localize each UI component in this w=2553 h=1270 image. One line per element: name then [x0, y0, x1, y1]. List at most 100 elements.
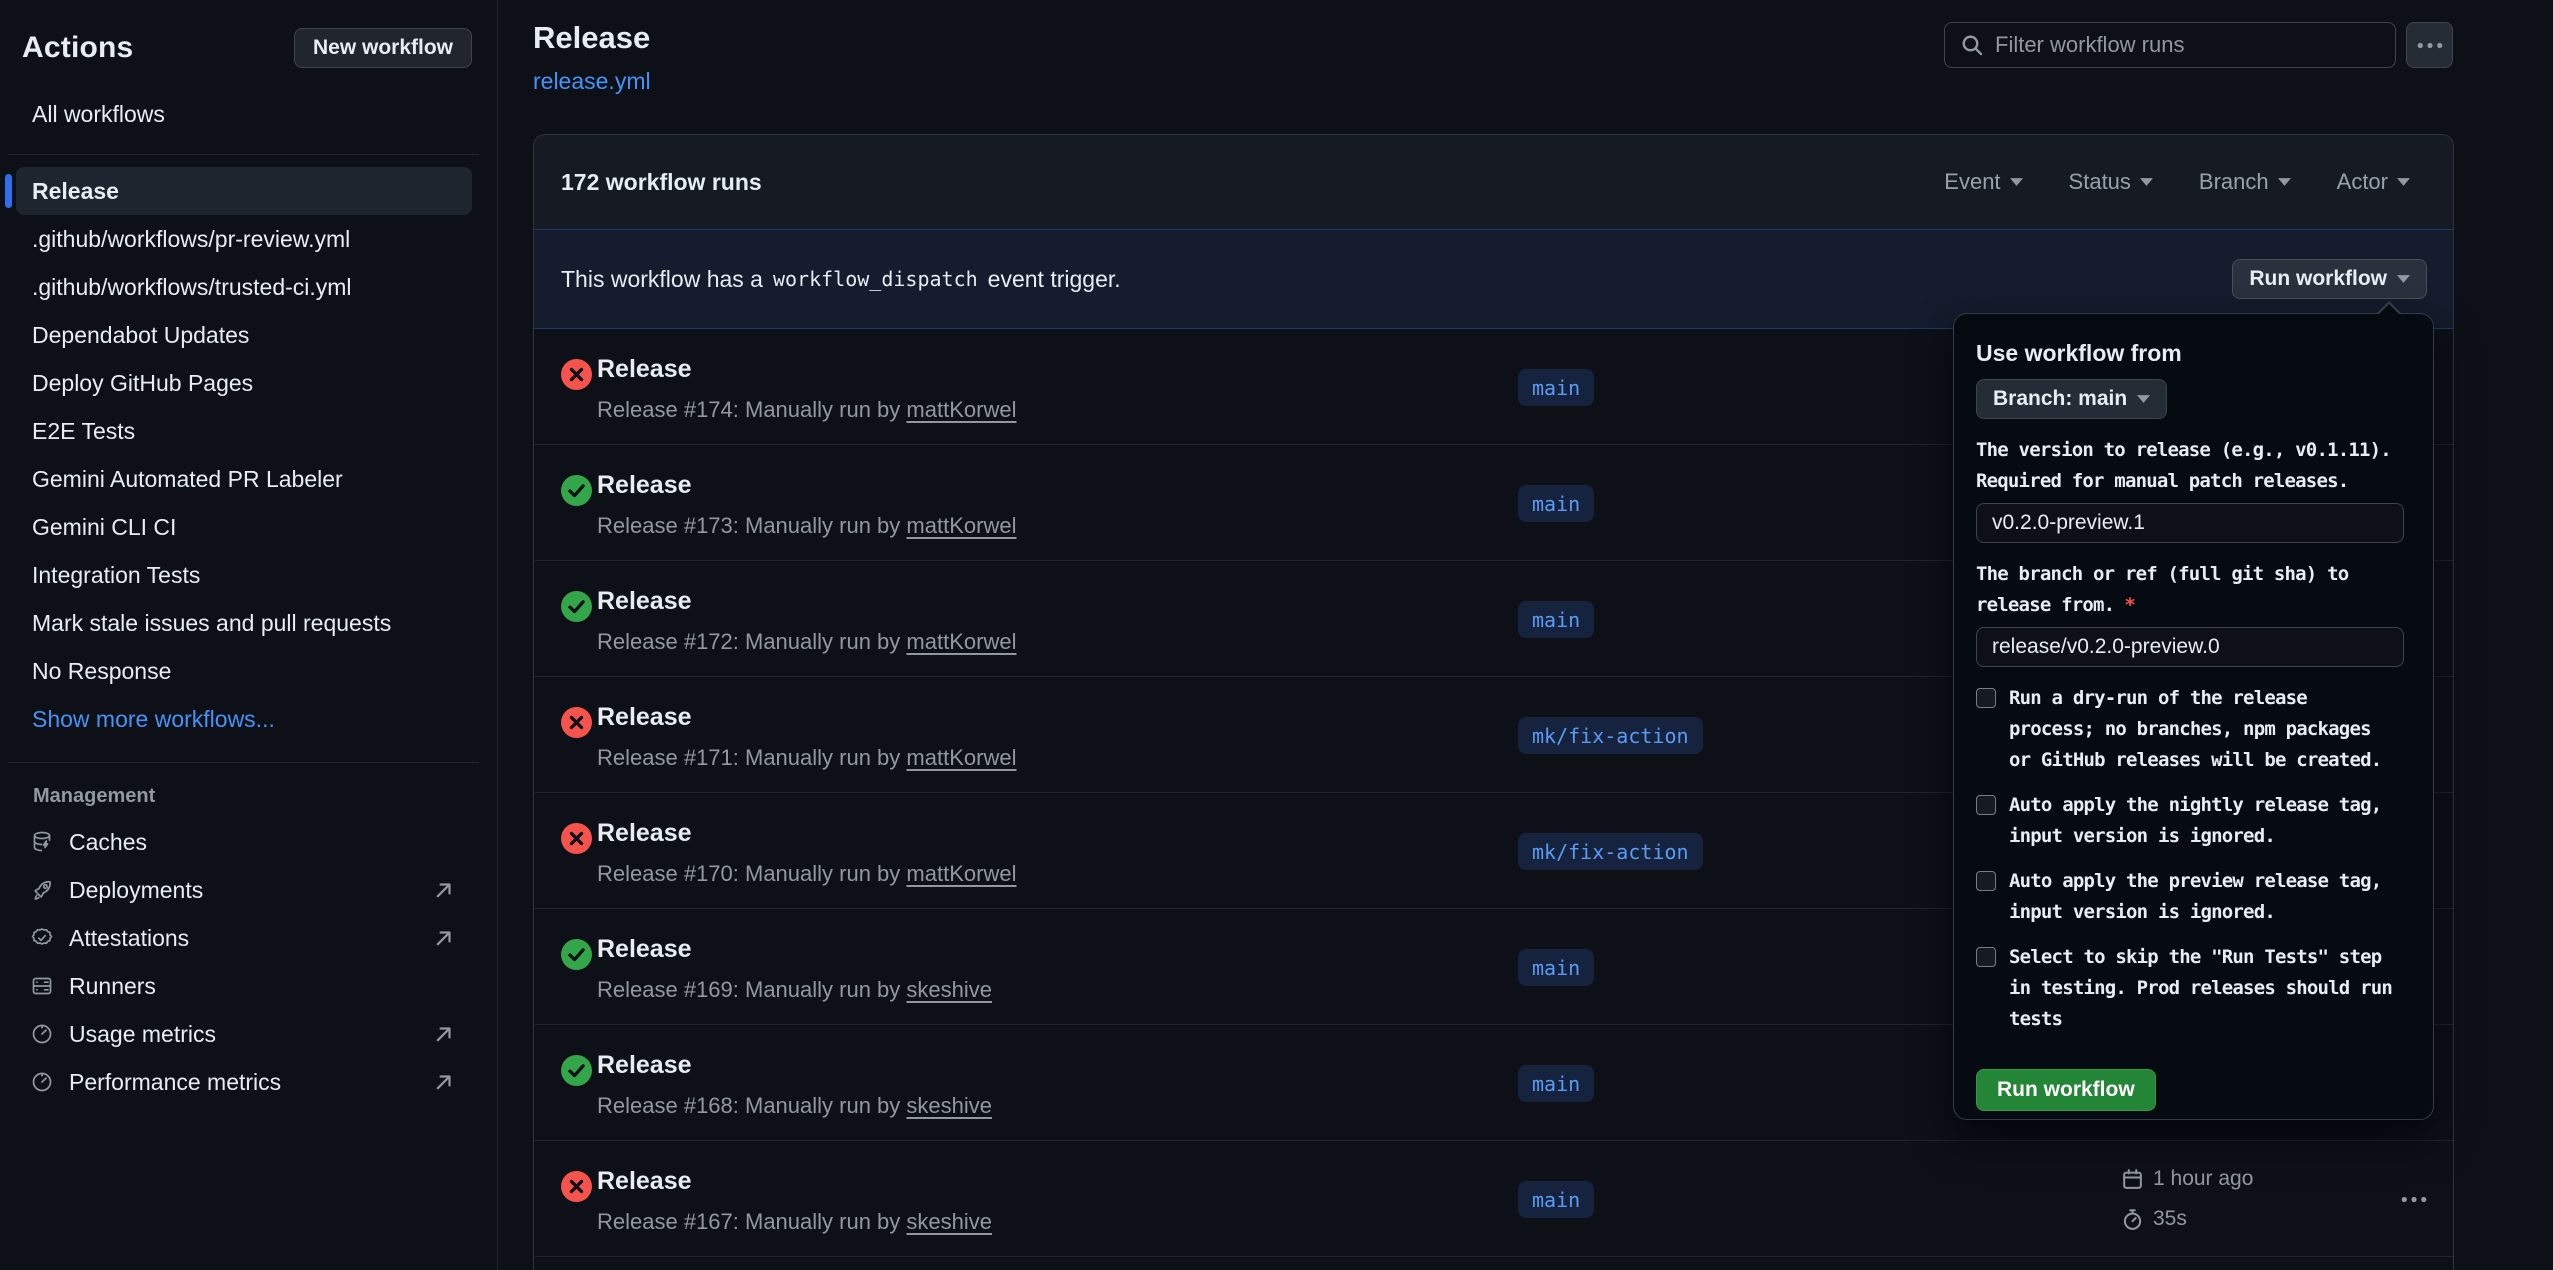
cache-icon [30, 830, 54, 854]
caret-down-icon [2278, 178, 2291, 186]
dialog-text-input[interactable] [1976, 627, 2404, 667]
meter-icon [30, 1022, 54, 1046]
run-title-link[interactable]: Release [597, 355, 692, 384]
check-circle-icon [561, 475, 592, 506]
sidebar-workflow-item[interactable]: E2E Tests [16, 407, 472, 455]
run-title-link[interactable]: Release [597, 935, 692, 964]
sidebar-management-item[interactable]: Caches [0, 818, 497, 866]
search-input[interactable] [1995, 32, 2365, 58]
sidebar-management-item[interactable]: Attestations [0, 914, 497, 962]
page-title: Release [533, 20, 651, 56]
branch-badge[interactable]: main [1518, 949, 1594, 986]
show-more-workflows-link[interactable]: Show more workflows... [16, 695, 472, 743]
run-actor-link[interactable]: mattKorwel [906, 861, 1016, 886]
branch-badge[interactable]: mk/fix-action [1518, 717, 1703, 754]
branch-badge[interactable]: main [1518, 1181, 1594, 1218]
dialog-field-group: The branch or ref (full git sha) to rele… [1976, 559, 2402, 667]
external-link-icon [433, 927, 455, 949]
branch-select-button[interactable]: Branch: main [1976, 379, 2167, 419]
dialog-field-group: The version to release (e.g., v0.1.11). … [1976, 435, 2402, 543]
branch-badge[interactable]: main [1518, 1065, 1594, 1102]
branch-badge[interactable]: main [1518, 601, 1594, 638]
management-item-label: Usage metrics [69, 1021, 216, 1048]
filter-dropdown[interactable]: Branch [2199, 169, 2291, 195]
run-actor-link[interactable]: mattKorwel [906, 513, 1016, 538]
sidebar-workflow-item[interactable]: Integration Tests [16, 551, 472, 599]
filter-dropdown[interactable]: Actor [2337, 169, 2410, 195]
dialog-text-input[interactable] [1976, 503, 2404, 543]
dialog-checkbox-row[interactable]: Auto apply the preview release tag, inpu… [1976, 866, 2402, 928]
run-title-link[interactable]: Release [597, 1051, 692, 1080]
workflow-file-link[interactable]: release.yml [533, 68, 651, 95]
run-title-link[interactable]: Release [597, 1167, 692, 1196]
checkbox[interactable] [1976, 871, 1996, 891]
branch-badge[interactable]: main [1518, 485, 1594, 522]
sidebar-workflow-item[interactable]: Gemini Automated PR Labeler [16, 455, 472, 503]
run-actor-link[interactable]: skeshive [906, 1093, 992, 1118]
sidebar-workflow-item[interactable]: Mark stale issues and pull requests [16, 599, 472, 647]
checkbox[interactable] [1976, 688, 1996, 708]
sidebar-header: Actions New workflow [22, 28, 472, 68]
workflow-run-row[interactable]: Release Release #167: Manually run by sk… [534, 1141, 2453, 1257]
sidebar-workflow-item[interactable]: Release [16, 167, 472, 215]
actions-sidebar: Actions New workflow All workflows Relea… [0, 0, 498, 1270]
dialog-checkbox-row[interactable]: Select to skip the "Run Tests" step in t… [1976, 942, 2402, 1035]
run-actor-link[interactable]: mattKorwel [906, 397, 1016, 422]
run-description: Release #174: Manually run by mattKorwel [597, 397, 1016, 423]
banner-text: This workflow has a [561, 266, 763, 293]
run-actor-link[interactable]: skeshive [906, 1209, 992, 1234]
checkbox[interactable] [1976, 795, 1996, 815]
server-icon [30, 974, 54, 998]
sidebar-title: Actions [22, 31, 133, 65]
caret-down-icon [2397, 275, 2410, 283]
branch-badge[interactable]: main [1518, 369, 1594, 406]
dialog-checkbox-row[interactable]: Run a dry-run of the release process; no… [1976, 683, 2402, 776]
sidebar-workflow-item[interactable]: .github/workflows/trusted-ci.yml [16, 263, 472, 311]
management-item-label: Deployments [69, 877, 203, 904]
filter-dropdown[interactable]: Event [1944, 169, 2022, 195]
filter-runs-search[interactable] [1944, 22, 2396, 68]
sidebar-management-item[interactable]: Runners [0, 962, 497, 1010]
run-workflow-dialog: Use workflow from Branch: main The versi… [1953, 313, 2434, 1120]
sidebar-workflow-item[interactable]: Deploy GitHub Pages [16, 359, 472, 407]
checkbox-label: Run a dry-run of the release process; no… [2009, 683, 2393, 776]
sidebar-management-item[interactable]: Deployments [0, 866, 497, 914]
sidebar-workflow-label: Gemini CLI CI [32, 514, 176, 541]
run-workflow-submit-button[interactable]: Run workflow [1976, 1069, 2156, 1111]
run-meta: 1 hour ago 35s [2121, 1159, 2253, 1239]
verified-icon [30, 926, 54, 950]
run-actor-link[interactable]: mattKorwel [906, 629, 1016, 654]
x-circle-icon [561, 359, 592, 390]
sidebar-management-item[interactable]: Usage metrics [0, 1010, 497, 1058]
run-duration: 35s [2153, 1207, 2187, 1231]
dialog-heading: Use workflow from [1976, 340, 2402, 367]
sidebar-workflow-item[interactable]: No Response [16, 647, 472, 695]
runs-options-kebab-button[interactable] [2406, 22, 2453, 68]
new-workflow-button[interactable]: New workflow [294, 28, 472, 68]
filter-label: Branch [2199, 169, 2269, 195]
sidebar-workflow-item[interactable]: .github/workflows/pr-review.yml [16, 215, 472, 263]
run-title-link[interactable]: Release [597, 471, 692, 500]
filter-dropdown[interactable]: Status [2069, 169, 2153, 195]
dialog-caret [2376, 301, 2402, 314]
run-title-link[interactable]: Release [597, 819, 692, 848]
sidebar-workflow-label: .github/workflows/pr-review.yml [32, 226, 350, 253]
management-item-label: Attestations [69, 925, 189, 952]
run-kebab-button[interactable] [2394, 1181, 2434, 1217]
banner-text: event trigger. [988, 266, 1121, 293]
banner-code: workflow_dispatch [773, 267, 978, 291]
field-description: The version to release (e.g., v0.1.11). … [1976, 435, 2402, 497]
run-title-link[interactable]: Release [597, 703, 692, 732]
run-actor-link[interactable]: skeshive [906, 977, 992, 1002]
branch-badge[interactable]: mk/fix-action [1518, 833, 1703, 870]
run-actor-link[interactable]: mattKorwel [906, 745, 1016, 770]
sidebar-workflow-item[interactable]: Gemini CLI CI [16, 503, 472, 551]
run-title-link[interactable]: Release [597, 587, 692, 616]
checkbox[interactable] [1976, 947, 1996, 967]
sidebar-workflow-item[interactable]: Dependabot Updates [16, 311, 472, 359]
sidebar-management-item[interactable]: Performance metrics [0, 1058, 497, 1106]
run-workflow-dropdown-button[interactable]: Run workflow [2232, 259, 2427, 299]
dialog-checkbox-row[interactable]: Auto apply the nightly release tag, inpu… [1976, 790, 2402, 852]
kebab-icon [2401, 1196, 2427, 1203]
sidebar-item-all-workflows[interactable]: All workflows [16, 94, 472, 135]
